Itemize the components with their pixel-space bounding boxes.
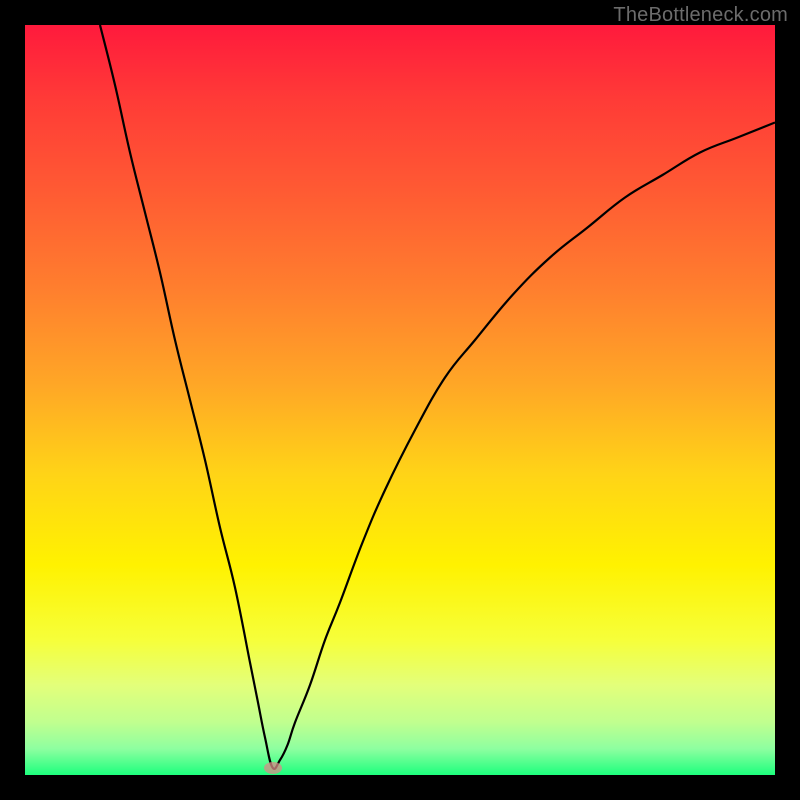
bottleneck-curve	[25, 25, 775, 775]
optimal-marker	[264, 762, 282, 774]
watermark-text: TheBottleneck.com	[613, 4, 788, 27]
plot-area	[25, 25, 775, 775]
